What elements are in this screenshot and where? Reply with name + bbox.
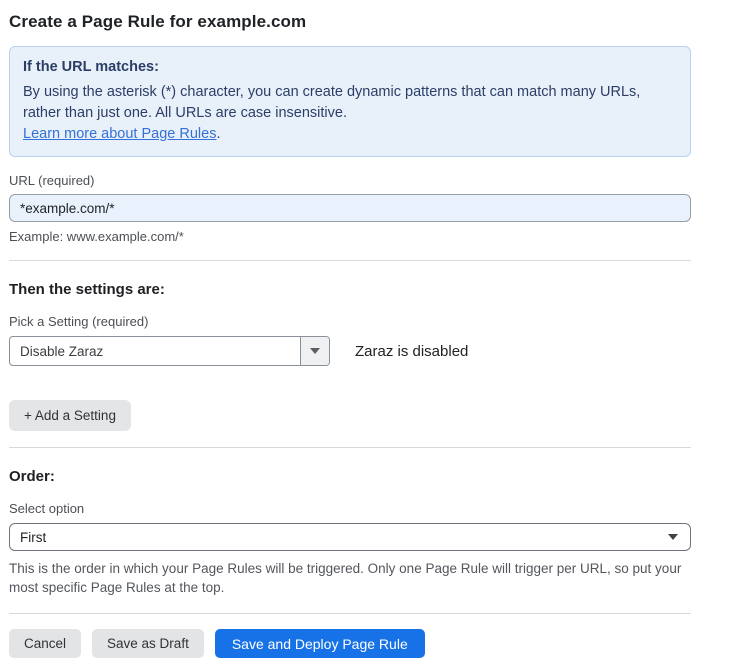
order-select[interactable]: First xyxy=(9,523,691,551)
divider xyxy=(9,260,691,261)
setting-select-arrow-button[interactable] xyxy=(300,337,329,365)
zaraz-status-text: Zaraz is disabled xyxy=(355,343,468,360)
divider xyxy=(9,447,691,448)
add-setting-button[interactable]: + Add a Setting xyxy=(9,400,131,431)
url-label: URL (required) xyxy=(9,173,691,188)
setting-select[interactable]: Disable Zaraz xyxy=(9,336,330,366)
select-option-label: Select option xyxy=(9,501,691,516)
setting-select-value: Disable Zaraz xyxy=(10,337,300,365)
link-period: . xyxy=(216,126,220,142)
order-heading: Order: xyxy=(9,468,691,485)
url-example-helper: Example: www.example.com/* xyxy=(9,229,691,244)
page-title: Create a Page Rule for example.com xyxy=(9,12,691,32)
divider xyxy=(9,613,691,614)
learn-more-link[interactable]: Learn more about Page Rules xyxy=(23,126,216,142)
chevron-down-icon xyxy=(310,348,320,354)
save-and-deploy-button[interactable]: Save and Deploy Page Rule xyxy=(215,629,425,658)
cancel-button[interactable]: Cancel xyxy=(9,629,81,658)
action-buttons: Cancel Save as Draft Save and Deploy Pag… xyxy=(9,629,691,658)
order-select-value: First xyxy=(20,530,46,545)
info-box-body: By using the asterisk (*) character, you… xyxy=(23,82,677,124)
page-rule-form: Create a Page Rule for example.com If th… xyxy=(0,0,750,658)
save-as-draft-button[interactable]: Save as Draft xyxy=(92,629,204,658)
setting-row: Disable Zaraz Zaraz is disabled xyxy=(9,336,691,366)
info-box-heading: If the URL matches: xyxy=(23,57,677,78)
chevron-down-icon xyxy=(668,534,678,540)
url-matches-info-box: If the URL matches: By using the asteris… xyxy=(9,46,691,157)
info-box-link-line: Learn more about Page Rules. xyxy=(23,124,677,145)
settings-heading: Then the settings are: xyxy=(9,281,691,298)
url-input[interactable] xyxy=(9,194,691,222)
pick-setting-label: Pick a Setting (required) xyxy=(9,314,691,329)
order-description: This is the order in which your Page Rul… xyxy=(9,559,691,597)
